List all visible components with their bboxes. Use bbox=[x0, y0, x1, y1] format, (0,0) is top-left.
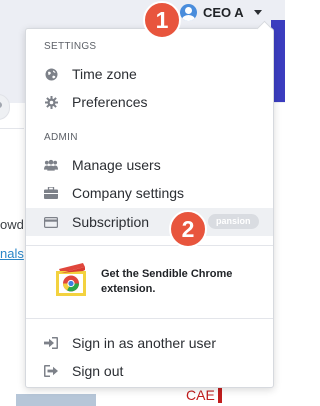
menu-item-sign-in-as-another-user[interactable]: Sign in as another user bbox=[26, 329, 273, 357]
sign-in-icon bbox=[44, 336, 58, 350]
menu-item-manage-users[interactable]: Manage users bbox=[26, 151, 273, 179]
chrome-extension-promo[interactable]: Get the Sendible Chrome extension. bbox=[26, 249, 273, 317]
chevron-down-icon bbox=[253, 9, 262, 15]
background-cae-label: CAE bbox=[186, 387, 215, 403]
menu-item-label: Preferences bbox=[72, 94, 148, 110]
account-name: CEO A bbox=[203, 4, 244, 20]
subscription-badge: pansion bbox=[208, 214, 259, 229]
menu-item-label: Subscription bbox=[72, 214, 150, 230]
menu-item-label: Time zone bbox=[72, 66, 137, 82]
sign-out-icon bbox=[44, 364, 58, 378]
background-text-fragment: owd bbox=[0, 217, 24, 232]
menu-item-label: Manage users bbox=[72, 157, 161, 173]
divider bbox=[26, 318, 273, 319]
background-thumbnail bbox=[16, 394, 96, 406]
menu-item-preferences[interactable]: Preferences bbox=[26, 88, 273, 116]
section-label-admin: ADMIN bbox=[44, 132, 78, 143]
menu-item-company-settings[interactable]: Company settings bbox=[26, 179, 273, 207]
globe-icon bbox=[44, 67, 58, 81]
menu-item-label: Sign out bbox=[72, 363, 124, 379]
section-label-settings: SETTINGS bbox=[44, 41, 97, 52]
step-marker-2: 2 bbox=[169, 210, 207, 248]
background-link-fragment[interactable]: nals bbox=[0, 246, 24, 261]
background-red-bar bbox=[218, 386, 222, 403]
users-icon bbox=[44, 158, 58, 172]
avatar bbox=[180, 3, 197, 21]
account-menu-trigger[interactable]: CEO A bbox=[180, 2, 262, 22]
menu-item-time-zone[interactable]: Time zone bbox=[26, 60, 273, 88]
menu-item-subscription[interactable]: Subscription pansion bbox=[26, 208, 273, 236]
credit-card-icon bbox=[44, 215, 58, 229]
gear-icon bbox=[44, 95, 58, 109]
menu-item-label: Sign in as another user bbox=[72, 335, 216, 351]
divider bbox=[26, 245, 273, 246]
divider bbox=[0, 128, 24, 129]
promo-text: Get the Sendible Chrome extension. bbox=[101, 268, 233, 295]
menu-item-label: Company settings bbox=[72, 185, 185, 201]
account-dropdown-menu: SETTINGS Time zone Preferences ADMIN Man… bbox=[25, 20, 274, 388]
briefcase-icon bbox=[44, 186, 58, 200]
sendible-extension-logo-icon bbox=[53, 259, 89, 297]
menu-item-sign-out[interactable]: Sign out bbox=[26, 357, 273, 385]
step-marker-1: 1 bbox=[143, 1, 181, 39]
